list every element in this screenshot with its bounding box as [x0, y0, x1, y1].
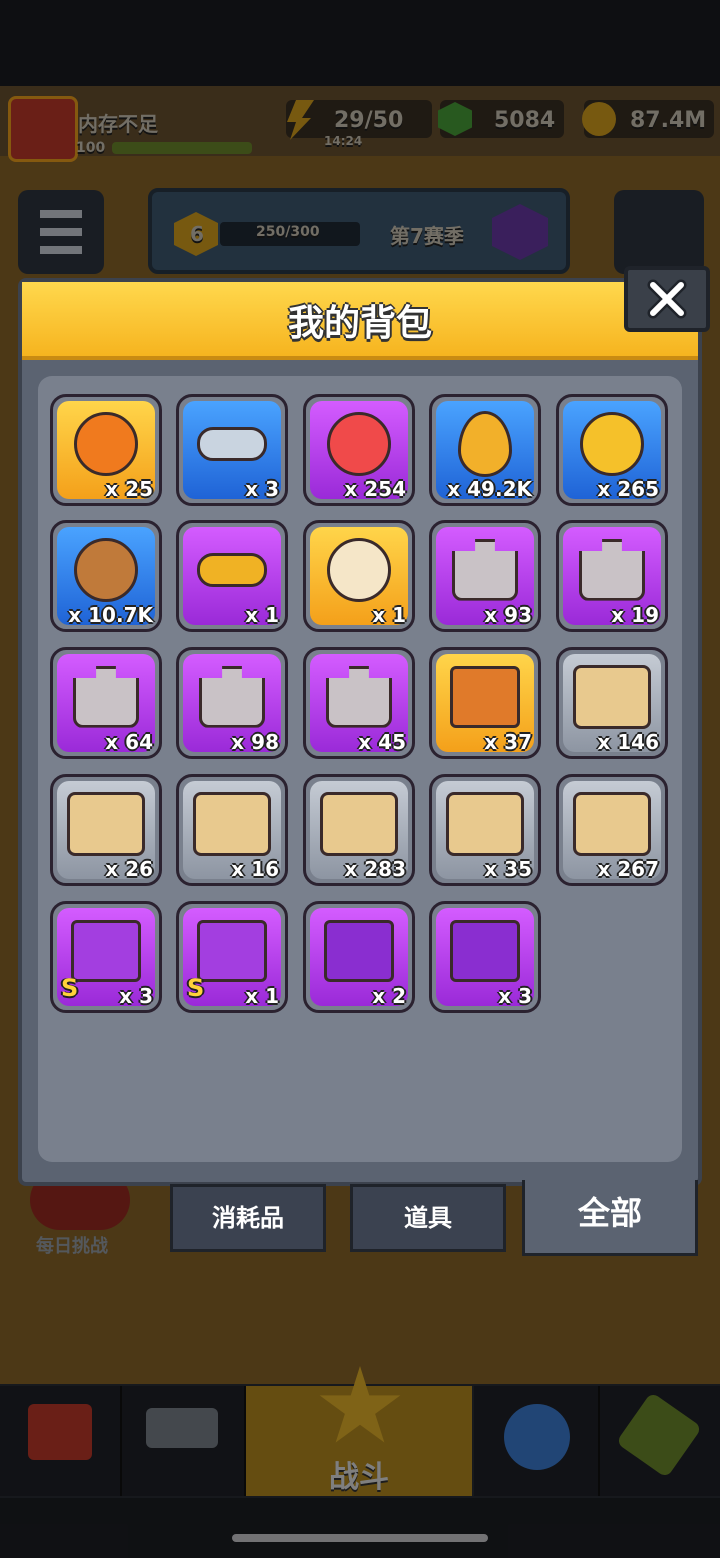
inventory-item[interactable]: x 3: [429, 901, 541, 1013]
purple-chest-icon: [324, 919, 394, 982]
tab-all-label: 全部: [577, 1194, 642, 1232]
s-heart-chest-icon: [197, 919, 267, 982]
inventory-item[interactable]: x 265: [556, 394, 668, 506]
necklace-scroll-icon: [193, 791, 271, 856]
inventory-item[interactable]: x 26: [50, 774, 162, 886]
inventory-item[interactable]: x 25: [50, 394, 162, 506]
item-quantity: x 2: [372, 984, 406, 1008]
close-button[interactable]: [624, 266, 710, 332]
inventory-item[interactable]: x 49.2K: [429, 394, 541, 506]
inventory-item[interactable]: x 267: [556, 774, 668, 886]
item-quantity: x 64: [105, 730, 153, 754]
silver-key-icon: [197, 426, 267, 461]
item-quantity: x 283: [344, 857, 406, 881]
inventory-item[interactable]: x 45: [303, 647, 415, 759]
inventory-item[interactable]: x 146: [556, 647, 668, 759]
item-quantity: x 25: [105, 477, 153, 501]
item-quantity: x 254: [344, 477, 406, 501]
inventory-item[interactable]: x 37: [429, 647, 541, 759]
item-quantity: x 1: [245, 984, 279, 1008]
item-quantity: x 45: [358, 730, 406, 754]
item-quantity: x 265: [597, 477, 659, 501]
inventory-item[interactable]: x 10.7K: [50, 520, 162, 632]
item-quantity: x 10.7K: [68, 603, 153, 627]
inventory-item[interactable]: x 254: [303, 394, 415, 506]
tab-all[interactable]: 全部: [522, 1180, 698, 1256]
item-quantity: x 3: [498, 984, 532, 1008]
heart-orb-icon: [327, 411, 391, 476]
inventory-item[interactable]: x 16: [176, 774, 288, 886]
inventory-item[interactable]: Sx 3: [50, 901, 162, 1013]
inventory-item[interactable]: x 3: [176, 394, 288, 506]
gold-coin-icon: [580, 411, 644, 476]
item-quantity: x 93: [484, 603, 532, 627]
gun-scroll-icon: [573, 664, 651, 729]
item-quantity: x 19: [611, 603, 659, 627]
boots-scroll-icon: [573, 791, 651, 856]
gold-key-icon: [197, 552, 267, 587]
inventory-item[interactable]: x 64: [50, 647, 162, 759]
glove-scroll-icon: [446, 791, 524, 856]
gold-dna-coin-icon: [74, 411, 138, 476]
chest-icon: [450, 665, 520, 728]
inventory-item[interactable]: x 1: [303, 520, 415, 632]
item-quantity: x 146: [597, 730, 659, 754]
tab-consumables[interactable]: 消耗品: [170, 1184, 326, 1252]
s-rank-badge: S: [187, 974, 205, 1002]
inventory-item[interactable]: x 1: [176, 520, 288, 632]
item-quantity: x 1: [245, 603, 279, 627]
item-quantity: x 98: [231, 730, 279, 754]
dog-cookie-icon: [74, 537, 138, 602]
belt-scroll-icon: [320, 791, 398, 856]
inventory-item[interactable]: x 19: [556, 520, 668, 632]
item-quantity: x 16: [231, 857, 279, 881]
item-quantity: x 26: [105, 857, 153, 881]
inventory-item[interactable]: x 2: [303, 901, 415, 1013]
item-quantity: x 1: [372, 603, 406, 627]
inventory-item[interactable]: x 98: [176, 647, 288, 759]
item-quantity: x 3: [245, 477, 279, 501]
tab-consumables-label: 消耗品: [212, 1204, 284, 1232]
purple-chest-icon: [450, 919, 520, 982]
item-quantity: x 35: [484, 857, 532, 881]
s-chest-icon: [71, 919, 141, 982]
item-quantity: x 267: [597, 857, 659, 881]
inventory-item[interactable]: Sx 1: [176, 901, 288, 1013]
item-quantity: x 3: [119, 984, 153, 1008]
armor-scroll-icon: [67, 791, 145, 856]
item-quantity: x 37: [484, 730, 532, 754]
inventory-item[interactable]: x 93: [429, 520, 541, 632]
tab-props-label: 道具: [404, 1204, 452, 1232]
inventory-item[interactable]: x 283: [303, 774, 415, 886]
item-quantity: x 49.2K: [447, 477, 532, 501]
close-icon: [647, 279, 687, 319]
potion-icon: [327, 537, 391, 602]
inventory-title: 我的背包: [287, 303, 432, 344]
s-rank-badge: S: [61, 974, 79, 1002]
tab-props[interactable]: 道具: [350, 1184, 506, 1252]
inventory-item[interactable]: x 35: [429, 774, 541, 886]
